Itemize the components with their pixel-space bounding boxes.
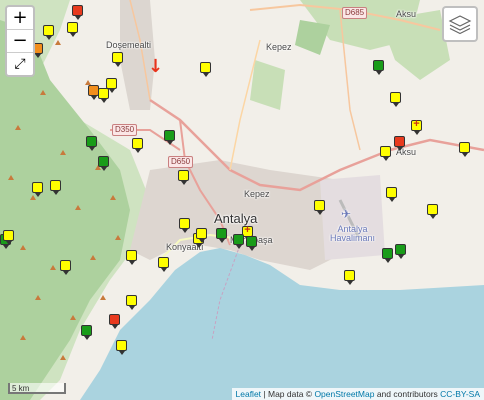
yellow-station-marker[interactable] bbox=[386, 187, 397, 202]
leaflet-link[interactable]: Leaflet bbox=[236, 389, 262, 399]
arrow-down-icon: ↓ bbox=[148, 56, 164, 77]
yellow-station-marker[interactable] bbox=[178, 170, 189, 185]
yellow-station-marker[interactable] bbox=[32, 182, 43, 197]
red-station-marker[interactable] bbox=[394, 136, 405, 151]
yellow-station-marker[interactable] bbox=[60, 260, 71, 275]
scale-bar: 5 km bbox=[8, 383, 66, 394]
map-container[interactable]: Antalya Doşemealti Kepez Kepez Konyaaltı… bbox=[0, 0, 484, 400]
fullscreen-button[interactable]: ⤢ bbox=[7, 53, 33, 75]
road-shield-d650: D650 bbox=[168, 156, 194, 168]
label-dosemealti: Doşemealti bbox=[106, 40, 152, 50]
yellow-station-marker[interactable] bbox=[43, 25, 54, 40]
yellow-station-marker[interactable] bbox=[390, 92, 401, 107]
yellow-station-marker[interactable] bbox=[196, 228, 207, 243]
green-station-marker[interactable] bbox=[395, 244, 406, 259]
green-station-marker[interactable] bbox=[233, 234, 244, 249]
airport-icon: ✈ bbox=[341, 207, 352, 221]
road-shield-d685: D685 bbox=[342, 7, 368, 19]
green-station-marker[interactable] bbox=[164, 130, 175, 145]
yellow-station-marker[interactable] bbox=[112, 52, 123, 67]
red-station-marker[interactable] bbox=[109, 314, 120, 329]
osm-link[interactable]: OpenStreetMap bbox=[314, 389, 374, 399]
yellow-station-marker[interactable] bbox=[314, 200, 325, 215]
layers-icon bbox=[448, 15, 472, 35]
yellow-station-marker[interactable] bbox=[380, 146, 391, 161]
airport-label-line2: Havalimanı bbox=[330, 233, 376, 243]
attribution-contributors: and contributors bbox=[376, 389, 438, 399]
label-kepez: Kepez bbox=[244, 189, 270, 199]
license-link[interactable]: CC-BY-SA bbox=[440, 389, 480, 399]
scale-label: 5 km bbox=[12, 384, 30, 393]
label-aksu-top: Aksu bbox=[396, 9, 417, 19]
yellow-station-marker[interactable] bbox=[427, 204, 438, 219]
yellow-station-marker[interactable] bbox=[98, 88, 109, 103]
attribution: Leaflet | Map data © OpenStreetMap and c… bbox=[231, 388, 484, 400]
green-station-marker[interactable] bbox=[382, 248, 393, 263]
green-station-marker[interactable] bbox=[98, 156, 109, 171]
green-station-marker[interactable] bbox=[246, 236, 257, 251]
zoom-control: + − ⤢ bbox=[5, 5, 35, 77]
yellow-station-marker[interactable] bbox=[179, 218, 190, 233]
yellow-station-marker[interactable] bbox=[116, 340, 127, 355]
attribution-map-data: | Map data © bbox=[263, 389, 313, 399]
label-kepez-north: Kepez bbox=[266, 42, 292, 52]
road-shield-d350: D350 bbox=[112, 124, 138, 136]
yellow-station-marker[interactable] bbox=[126, 295, 137, 310]
green-station-marker[interactable] bbox=[216, 228, 227, 243]
green-station-marker[interactable] bbox=[373, 60, 384, 75]
green-station-marker[interactable] bbox=[81, 325, 92, 340]
zoom-in-button[interactable]: + bbox=[7, 7, 33, 30]
yellow-station-marker[interactable] bbox=[158, 257, 169, 272]
yellow-station-marker[interactable] bbox=[411, 118, 422, 135]
green-station-marker[interactable] bbox=[86, 136, 97, 151]
yellow-station-marker[interactable] bbox=[126, 250, 137, 265]
red-station-marker[interactable] bbox=[72, 5, 83, 20]
yellow-station-marker[interactable] bbox=[200, 62, 211, 77]
layers-button[interactable] bbox=[442, 6, 478, 42]
yellow-station-marker[interactable] bbox=[132, 138, 143, 153]
yellow-station-marker[interactable] bbox=[344, 270, 355, 285]
base-map-tiles[interactable] bbox=[0, 0, 484, 400]
label-airport: Antalya Havalimanı bbox=[330, 225, 375, 243]
yellow-station-marker[interactable] bbox=[50, 180, 61, 195]
yellow-station-marker[interactable] bbox=[459, 142, 470, 157]
yellow-station-marker[interactable] bbox=[3, 230, 14, 245]
zoom-out-button[interactable]: − bbox=[7, 30, 33, 53]
yellow-station-marker[interactable] bbox=[67, 22, 78, 37]
